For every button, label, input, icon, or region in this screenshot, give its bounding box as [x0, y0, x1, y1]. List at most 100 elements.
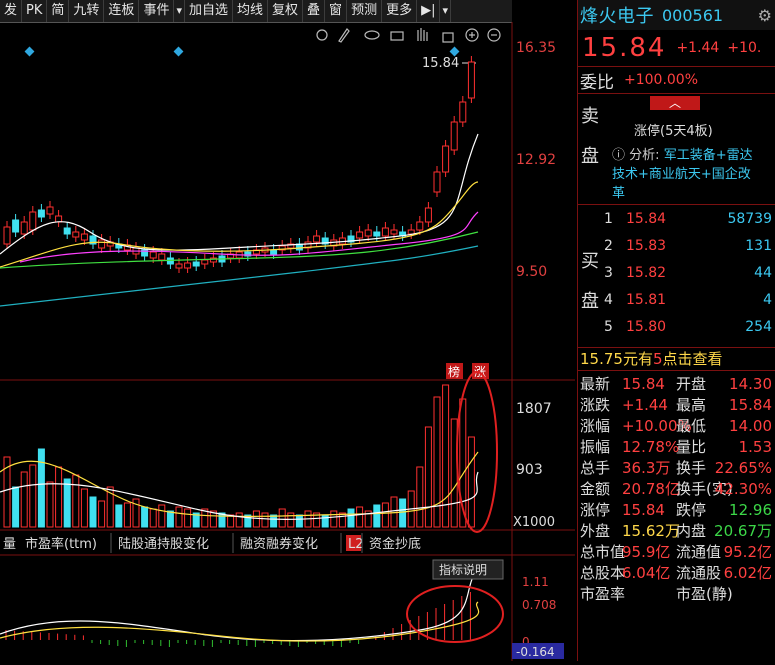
- toolbar-item[interactable]: 叠: [303, 0, 326, 22]
- order-ratio-row: 委比 +100.00%: [578, 66, 775, 93]
- indicator-tabs: 量市盈率(ttm) 陆股通持股变化 融资融券变化 L2 资金抄底: [3, 533, 421, 553]
- stat-label: 最高: [676, 396, 707, 414]
- toolbar-item[interactable]: ▾: [174, 0, 185, 22]
- bid-row[interactable]: 5 15.80 254: [604, 319, 772, 345]
- toolbar-item[interactable]: ▶|: [417, 0, 441, 22]
- stat-value: 14.30: [729, 375, 772, 393]
- toolbar-item[interactable]: 加自选: [185, 0, 233, 22]
- buy-panel: 买 盘 1 15.84 58739 2 15.83 131 3 15.82 44 4 15.81 4 5…: [578, 204, 775, 347]
- toolbar-item[interactable]: PK: [22, 0, 48, 22]
- bid-volume: 44: [754, 265, 772, 281]
- toolbar-item[interactable]: 复权: [268, 0, 304, 22]
- stat-value: +1.44: [622, 396, 668, 414]
- toolbar-item[interactable]: 九转: [69, 0, 105, 22]
- svg-text:市盈率(ttm): 市盈率(ttm): [25, 536, 97, 552]
- chart-tool-icons: [316, 28, 501, 43]
- stats-row: 总市值 95.9亿 流通值 95.2亿: [578, 541, 775, 563]
- svg-text:资金抄底: 资金抄底: [369, 536, 421, 552]
- toolbar-item[interactable]: 预测: [347, 0, 383, 22]
- quote-panel: 烽火电子 000561 ⚙ 15.84 +1.44 +10. 委比 +100.0…: [577, 0, 775, 661]
- svg-text:融资融券变化: 融资融券变化: [240, 536, 318, 552]
- stat-label: 量比: [676, 438, 707, 456]
- indicator-tab[interactable]: L2: [346, 533, 364, 553]
- stat-label: 开盘: [676, 375, 707, 393]
- basket-icon: [390, 31, 404, 41]
- stat-value: 36.3万: [622, 459, 671, 477]
- settings-icon: [316, 29, 328, 41]
- indicator-tab[interactable]: 陆股通持股变化: [118, 533, 234, 553]
- stat-label: 流通值: [676, 543, 722, 561]
- hand-icon: [417, 28, 428, 41]
- ad-banner[interactable]: 15.75元有5点击查看: [578, 347, 775, 371]
- toolbar-item[interactable]: 事件: [139, 0, 175, 22]
- stat-value: 15.84: [729, 396, 772, 414]
- collapse-button[interactable]: ︿: [650, 96, 700, 110]
- stat-value: 1.53: [738, 438, 772, 456]
- stock-name[interactable]: 烽火电子: [580, 2, 654, 28]
- toolbar-item[interactable]: 连板: [104, 0, 140, 22]
- bid-level: 2: [604, 238, 613, 254]
- candles: [3, 56, 475, 273]
- stat-label: 市盈率: [580, 585, 626, 603]
- event-markers: [24, 46, 460, 57]
- stat-value: 6.04亿: [622, 564, 671, 582]
- stat-value: 6.02亿: [723, 564, 772, 582]
- info-icon: ⓘ: [612, 148, 626, 163]
- stat-value: 20.67万: [714, 522, 772, 540]
- svg-text:量: 量: [3, 537, 16, 552]
- stats-row: 市盈率 市盈(静): [578, 583, 775, 605]
- bid-row[interactable]: 2 15.83 131: [604, 238, 772, 264]
- toolbar-item[interactable]: ▾: [440, 0, 452, 22]
- order-ratio-value: +100.00%: [624, 72, 699, 88]
- price-axis-label: 12.92: [516, 152, 556, 168]
- stat-label: 最低: [676, 417, 707, 435]
- stat-value: 15.84: [622, 375, 665, 393]
- svg-text:L2: L2: [348, 537, 364, 552]
- kline-chart[interactable]: 16.35 12.92 9.50 15.84 榜 涨 1807 903 X100…: [0, 22, 575, 661]
- sell-side-label: 盘: [581, 146, 599, 167]
- ad-number: 5: [652, 350, 663, 368]
- toolbar-item[interactable]: 均线: [233, 0, 269, 22]
- ma5-line: [0, 133, 479, 255]
- macd-axis-label: 0.708: [522, 598, 556, 612]
- stat-label: 内盘: [676, 522, 707, 540]
- stat-label: 涨停: [580, 501, 611, 519]
- eye-icon: [364, 30, 380, 40]
- stat-label: 总股本: [580, 564, 626, 582]
- stat-label: 涨幅: [580, 417, 611, 435]
- bid-row[interactable]: 3 15.82 44: [604, 265, 772, 291]
- chart-area: 16.35 12.92 9.50 15.84 榜 涨 1807 903 X100…: [0, 22, 575, 661]
- last-price: 15.84: [582, 33, 667, 63]
- stat-label: 最新: [580, 375, 611, 393]
- buy-side-label: 盘: [581, 291, 599, 312]
- toolbar-item[interactable]: 窗: [325, 0, 348, 22]
- stats-table: 最新 15.84 开盘 14.30 涨跌 +1.44 最高 15.84 涨幅 +10.00% 最低 1…: [578, 371, 775, 607]
- volume-bars: [0, 384, 479, 528]
- gear-icon[interactable]: ⚙: [758, 6, 772, 25]
- stat-value: 15.84: [622, 501, 665, 519]
- stock-header: 烽火电子 000561 ⚙: [578, 0, 775, 30]
- price-change-pct: +10.: [727, 40, 762, 56]
- volume-axis-unit: X1000: [513, 515, 555, 530]
- stat-label: 金额: [580, 480, 611, 498]
- order-ratio-label: 委比: [580, 72, 614, 93]
- svg-text:陆股通持股变化: 陆股通持股变化: [118, 536, 209, 552]
- bid-price: 15.83: [626, 238, 667, 254]
- bid-volume: 58739: [727, 211, 772, 227]
- bid-row[interactable]: 1 15.84 58739: [604, 211, 772, 237]
- macd-axis-label: -0.164: [516, 645, 555, 659]
- analysis-text[interactable]: ⓘ 分析: 军工装备+雷达技术+商业航天+国企改革: [612, 146, 762, 203]
- indicator-tab[interactable]: 融资融券变化: [240, 533, 342, 553]
- ma-lines: [0, 133, 479, 307]
- indicator-tab[interactable]: 量: [3, 537, 16, 552]
- ad-prefix: 15.75元有: [580, 350, 653, 368]
- lock-icon: [442, 32, 454, 43]
- indicator-tab[interactable]: 资金抄底: [369, 536, 421, 552]
- indicator-tab[interactable]: 市盈率(ttm): [25, 533, 112, 553]
- toolbar-item[interactable]: 简: [47, 0, 70, 22]
- bid-row[interactable]: 4 15.81 4: [604, 292, 772, 318]
- stats-row: 涨跌 +1.44 最高 15.84: [578, 394, 775, 416]
- toolbar-item[interactable]: 更多: [382, 0, 418, 22]
- stat-value: 22.65%: [714, 459, 772, 477]
- toolbar-item[interactable]: 发: [0, 0, 23, 22]
